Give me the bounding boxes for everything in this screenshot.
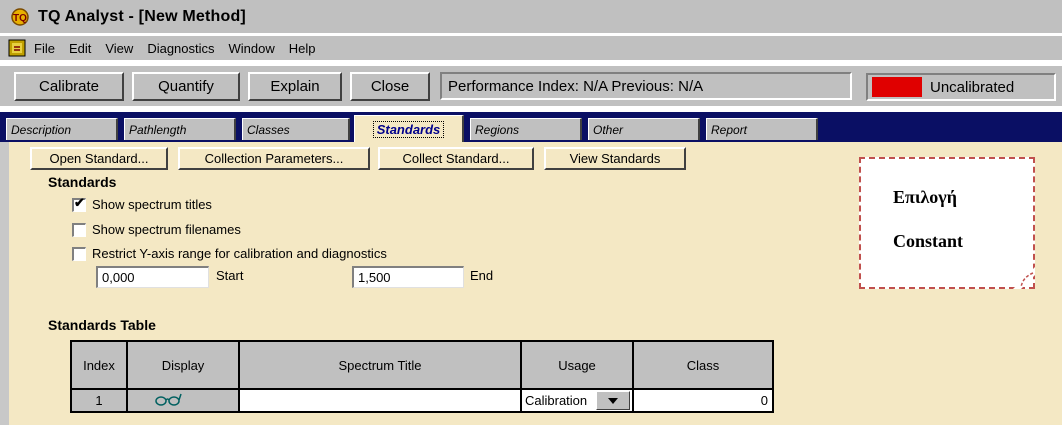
menu-help[interactable]: Help [289,41,316,56]
standards-table-heading: Standards Table [48,317,156,333]
checkmark-icon: ✔ [74,194,85,210]
collection-parameters-button[interactable]: Collection Parameters... [178,147,370,170]
left-frame [0,142,9,425]
quantify-button[interactable]: Quantify [132,71,240,101]
annotation-line-1: Επιλογή [893,187,957,207]
menu-file[interactable]: File [34,41,55,56]
dropdown-arrow-icon[interactable] [596,391,630,410]
tab-pathlength[interactable]: Pathlength [124,118,236,140]
menu-view[interactable]: View [105,41,133,56]
menu-bar: File Edit View Diagnostics Window Help [0,36,1062,60]
show-filenames-checkbox[interactable] [72,222,86,237]
menu-diagnostics[interactable]: Diagnostics [147,41,214,56]
tab-report[interactable]: Report [706,118,818,140]
explain-button[interactable]: Explain [248,71,342,101]
svg-text:TQ: TQ [13,13,27,24]
annotation-line-2: Constant [893,231,964,251]
tq-app-icon: TQ [10,7,30,27]
calibration-status: Uncalibrated [866,73,1056,101]
row-spectrum-title-cell[interactable] [240,390,520,411]
standards-table: Index Display Spectrum Title Usage Class… [70,340,774,413]
y-end-field[interactable]: 1,500 [352,266,464,288]
row-usage-select[interactable]: Calibration [522,390,632,411]
tab-classes[interactable]: Classes [242,118,350,140]
y-end-label: End [470,268,494,283]
y-start-label: Start [216,268,244,283]
row-usage-value: Calibration [525,393,588,408]
column-header-spectrum-title[interactable]: Spectrum Title [240,342,520,388]
title-bar: TQ TQ Analyst - [New Method] [0,0,1062,33]
status-text: Uncalibrated [930,78,1015,96]
performance-index-display: Performance Index: N/A Previous: N/A [440,72,852,100]
tab-regions[interactable]: Regions [470,118,582,140]
calibrate-button[interactable]: Calibrate [14,71,124,101]
menu-window[interactable]: Window [229,41,275,56]
standards-heading: Standards [48,174,117,190]
show-filenames-label: Show spectrum filenames [92,222,241,237]
tab-description[interactable]: Description [6,118,118,140]
show-titles-row[interactable]: ✔ Show spectrum titles [72,194,212,212]
document-icon[interactable] [8,39,26,57]
menu-edit[interactable]: Edit [69,41,91,56]
row-class-cell[interactable]: 0 [634,390,772,411]
show-filenames-row[interactable]: Show spectrum filenames [72,222,241,237]
column-header-class[interactable]: Class [634,342,772,388]
collect-standard-button[interactable]: Collect Standard... [378,147,534,170]
show-titles-checkbox[interactable]: ✔ [72,194,86,212]
open-standard-button[interactable]: Open Standard... [30,147,168,170]
show-titles-label: Show spectrum titles [92,197,212,212]
glasses-icon[interactable] [154,391,182,410]
column-header-index[interactable]: Index [72,342,126,388]
view-standards-button[interactable]: View Standards [544,147,686,170]
toolbar: Calibrate Quantify Explain Close Perform… [0,66,1062,106]
column-header-display[interactable]: Display [128,342,238,388]
column-header-usage[interactable]: Usage [522,342,632,388]
page-curl-icon [1013,267,1035,289]
tab-standards[interactable]: Standards [354,115,464,142]
tab-other[interactable]: Other [588,118,700,140]
restrict-y-checkbox[interactable] [72,246,86,261]
tab-strip: Description Pathlength Classes Standards… [0,112,1062,142]
restrict-y-label: Restrict Y-axis range for calibration an… [92,246,387,261]
y-start-field[interactable]: 0,000 [96,266,209,288]
window-title: TQ Analyst - [New Method] [38,7,246,25]
close-button[interactable]: Close [350,71,430,101]
row-index-cell[interactable]: 1 [72,390,126,411]
status-color-swatch [872,77,922,97]
tab-standards-label: Standards [372,120,445,138]
restrict-y-row[interactable]: Restrict Y-axis range for calibration an… [72,246,387,261]
row-display-cell[interactable] [128,390,238,411]
annotation-note: Επιλογή Constant [859,157,1035,289]
